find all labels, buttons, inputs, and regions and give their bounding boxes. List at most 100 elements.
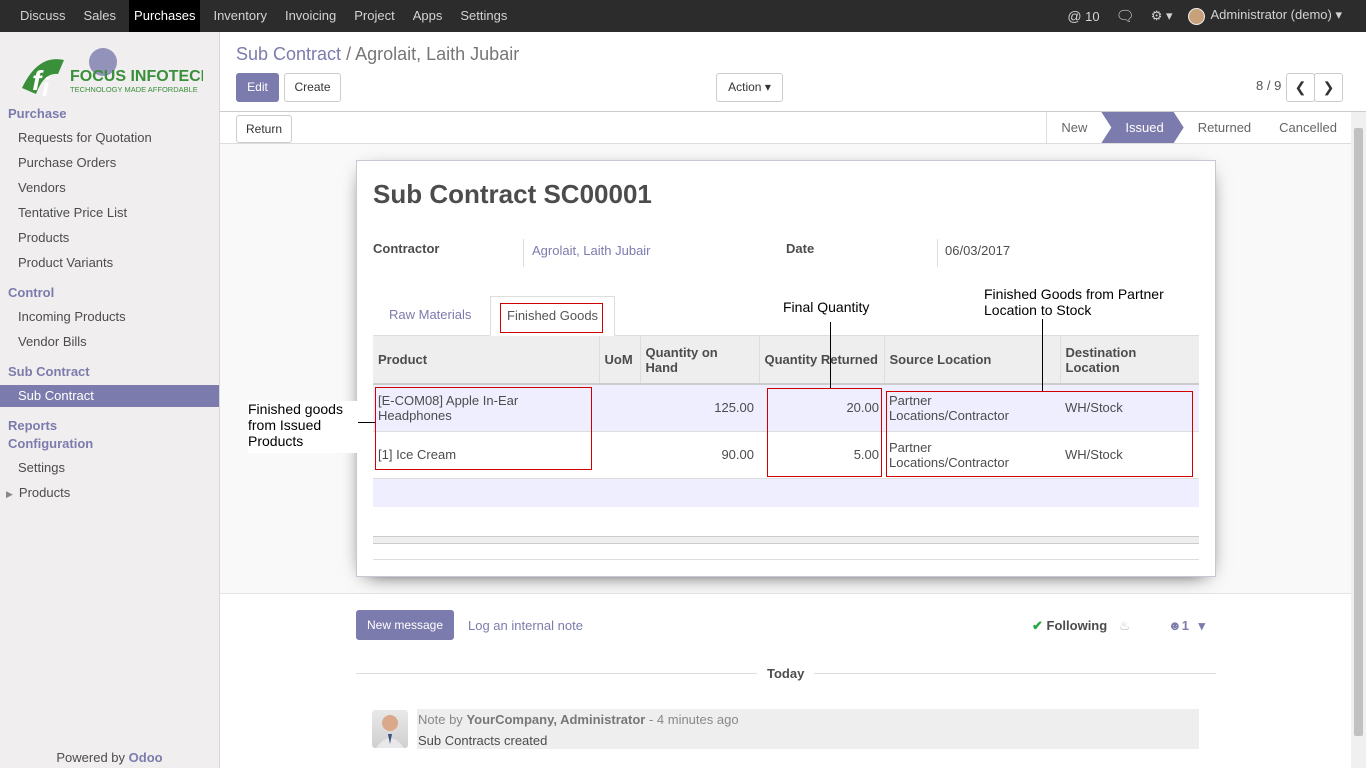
annotation-line [358, 422, 375, 423]
scrollbar-thumb[interactable] [1354, 128, 1363, 736]
sidebar-item-vendor-bills[interactable]: Vendor Bills [18, 334, 87, 349]
col-qty-on-hand[interactable]: Quantity on Hand [639, 336, 759, 385]
annotation-box-locations [886, 391, 1193, 477]
user-icon: ☻ [1168, 618, 1182, 633]
col-qty-returned[interactable]: Quantity Returned [758, 336, 885, 385]
pager-next-button[interactable]: ❯ [1314, 73, 1343, 102]
table-footer [373, 536, 1199, 544]
mentions-button[interactable]: @ 10 [1067, 8, 1099, 24]
pager-previous-button[interactable]: ❮ [1286, 73, 1315, 102]
sidebar-item-vendors[interactable]: Vendors [18, 180, 66, 195]
date-label: Date [786, 241, 815, 256]
cell-uom [599, 430, 640, 478]
sidebar-item-tentative-price-list[interactable]: Tentative Price List [18, 205, 127, 220]
message-header: Note by YourCompany, Administrator - 4 m… [418, 712, 739, 727]
sidebar-item-rfq[interactable]: Requests for Quotation [18, 130, 152, 145]
sidebar-item-product-variants[interactable]: Product Variants [18, 255, 113, 270]
debug-bug-icon[interactable]: ⚙ ▾ [1151, 8, 1173, 24]
section-control: Control [8, 285, 55, 300]
powered-by: Powered by Odoo [56, 750, 163, 765]
date-separator: Today [757, 666, 815, 681]
message-author[interactable]: YourCompany, Administrator [466, 712, 645, 727]
date-value: 06/03/2017 [945, 243, 1011, 258]
cell-qty-on-hand: 125.00 [640, 383, 759, 431]
sidebar-item-products[interactable]: Products [18, 230, 69, 245]
form-statusbar: Return New Issued Returned Cancelled [220, 112, 1351, 144]
svg-text:FOCUS INFOTECH: FOCUS INFOTECH [70, 68, 203, 85]
pager-value: 8 / 9 [1256, 78, 1282, 93]
svg-text:i: i [42, 72, 50, 102]
control-panel: Sub Contract / Agrolait, Laith Jubair Ed… [220, 32, 1366, 112]
annotation-line [1042, 319, 1043, 391]
scrollbar[interactable] [1351, 112, 1366, 768]
bell-icon[interactable]: ♨ [1119, 618, 1131, 633]
odoo-link[interactable]: Odoo [129, 750, 163, 765]
breadcrumb: Sub Contract / Agrolait, Laith Jubair [236, 44, 519, 65]
sidebar-item-incoming-products[interactable]: Incoming Products [18, 309, 126, 324]
chevron-left-icon: ❮ [1294, 79, 1307, 95]
user-avatar [1188, 7, 1206, 25]
message-bubble: Note by YourCompany, Administrator - 4 m… [417, 709, 1199, 749]
following-button[interactable]: ✔ Following ♨ [1032, 618, 1130, 634]
breadcrumb-parent[interactable]: Sub Contract [236, 44, 341, 64]
stage-issued[interactable]: Issued [1101, 112, 1183, 143]
menu-sales[interactable]: Sales [79, 0, 122, 32]
col-source-location[interactable]: Source Location [883, 336, 1060, 385]
menu-settings[interactable]: Settings [455, 0, 512, 32]
sidebar-item-config-products[interactable]: ▶ Products [6, 485, 70, 500]
menu-project[interactable]: Project [349, 0, 399, 32]
create-button[interactable]: Create [284, 73, 341, 102]
message-body: Sub Contracts created [418, 733, 548, 748]
caret-down-icon: ▾ [1198, 618, 1206, 633]
menu-discuss[interactable]: Discuss [15, 0, 71, 32]
section-purchase: Purchase [8, 106, 67, 121]
cell-uom [599, 383, 640, 431]
edit-button[interactable]: Edit [236, 73, 279, 102]
sidebar-item-settings[interactable]: Settings [18, 460, 65, 475]
return-button[interactable]: Return [236, 115, 292, 143]
new-message-button[interactable]: New message [356, 610, 454, 640]
annotation-finished-goods-partner: Finished Goods from Partner Location to … [984, 286, 1184, 318]
caret-right-icon: ▶ [6, 489, 13, 499]
record-title: Sub Contract SC00001 [373, 179, 652, 209]
menu-purchases[interactable]: Purchases [129, 0, 201, 32]
breadcrumb-current: Agrolait, Laith Jubair [355, 44, 520, 64]
annotation-box-tab [500, 303, 603, 333]
sidebar-item-purchase-orders[interactable]: Purchase Orders [18, 155, 116, 170]
col-uom[interactable]: UoM [598, 336, 640, 385]
author-avatar[interactable] [372, 710, 408, 748]
annotation-line [830, 322, 831, 388]
app-menu: Discuss Sales Purchases Inventory Invoic… [15, 0, 520, 32]
sidebar-item-sub-contract[interactable]: Sub Contract [0, 385, 219, 407]
company-logo: f i FOCUS INFOTECH TECHNOLOGY MADE AFFOR… [18, 46, 212, 106]
contractor-value[interactable]: Agrolait, Laith Jubair [532, 243, 651, 258]
chat-icon[interactable]: 🗨 [1116, 7, 1135, 25]
form-sheet: Sub Contract SC00001 Contractor Agrolait… [356, 160, 1216, 577]
stage-returned[interactable]: Returned [1184, 112, 1265, 143]
section-sub-contract: Sub Contract [8, 364, 90, 379]
action-dropdown[interactable]: Action ▾ [716, 73, 783, 102]
menu-invoicing[interactable]: Invoicing [280, 0, 341, 32]
log-note-button[interactable]: Log an internal note [468, 618, 583, 633]
annotation-box-quantity [767, 388, 882, 477]
cell-qty-on-hand: 90.00 [640, 430, 759, 478]
user-menu[interactable]: Administrator (demo) ▾ [1188, 7, 1342, 25]
tab-raw-materials[interactable]: Raw Materials [373, 296, 487, 336]
col-product[interactable]: Product [373, 336, 599, 385]
stage-new[interactable]: New [1047, 112, 1101, 143]
menu-inventory[interactable]: Inventory [208, 0, 271, 32]
breadcrumb-separator: / [346, 44, 352, 64]
at-icon: @ [1067, 8, 1082, 24]
followers-dropdown[interactable]: ☻1 ▾ [1168, 618, 1205, 634]
chevron-right-icon: ❯ [1322, 79, 1335, 95]
contractor-label: Contractor [373, 241, 440, 256]
menu-apps[interactable]: Apps [408, 0, 448, 32]
table-empty-row [373, 477, 1199, 507]
col-destination-location[interactable]: Destination Location [1059, 336, 1199, 385]
check-icon: ✔ [1032, 618, 1043, 633]
annotation-final-quantity: Final Quantity [783, 299, 870, 315]
status-stages: New Issued Returned Cancelled [1046, 112, 1351, 143]
annotation-box-products [375, 387, 592, 470]
stage-cancelled[interactable]: Cancelled [1265, 112, 1351, 143]
section-reports[interactable]: Reports [8, 418, 57, 433]
